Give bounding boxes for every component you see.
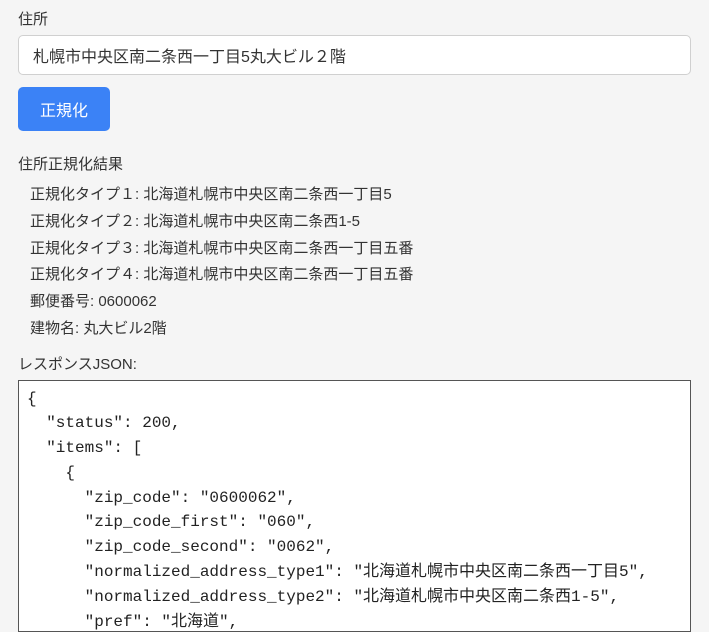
result-building: 建物名: 丸大ビル2階 — [30, 316, 691, 343]
result-zip: 郵便番号: 0600062 — [30, 289, 691, 316]
address-label: 住所 — [0, 4, 709, 35]
json-response-label: レスポンスJSON: — [0, 343, 709, 378]
result-type1: 正規化タイプ１: 北海道札幌市中央区南二条西一丁目5 — [30, 182, 691, 209]
normalize-button[interactable]: 正規化 — [18, 87, 110, 131]
input-wrapper — [0, 35, 709, 87]
address-input[interactable] — [18, 35, 691, 75]
result-type2: 正規化タイプ２: 北海道札幌市中央区南二条西1-5 — [30, 209, 691, 236]
result-type3: 正規化タイプ３: 北海道札幌市中央区南二条西一丁目五番 — [30, 236, 691, 263]
result-type4: 正規化タイプ４: 北海道札幌市中央区南二条西一丁目五番 — [30, 262, 691, 289]
json-response-box[interactable]: { "status": 200, "items": [ { "zip_code"… — [18, 380, 691, 632]
button-row: 正規化 — [0, 87, 709, 149]
results-block: 正規化タイプ１: 北海道札幌市中央区南二条西一丁目5 正規化タイプ２: 北海道札… — [0, 180, 709, 343]
results-heading: 住所正規化結果 — [0, 149, 709, 180]
